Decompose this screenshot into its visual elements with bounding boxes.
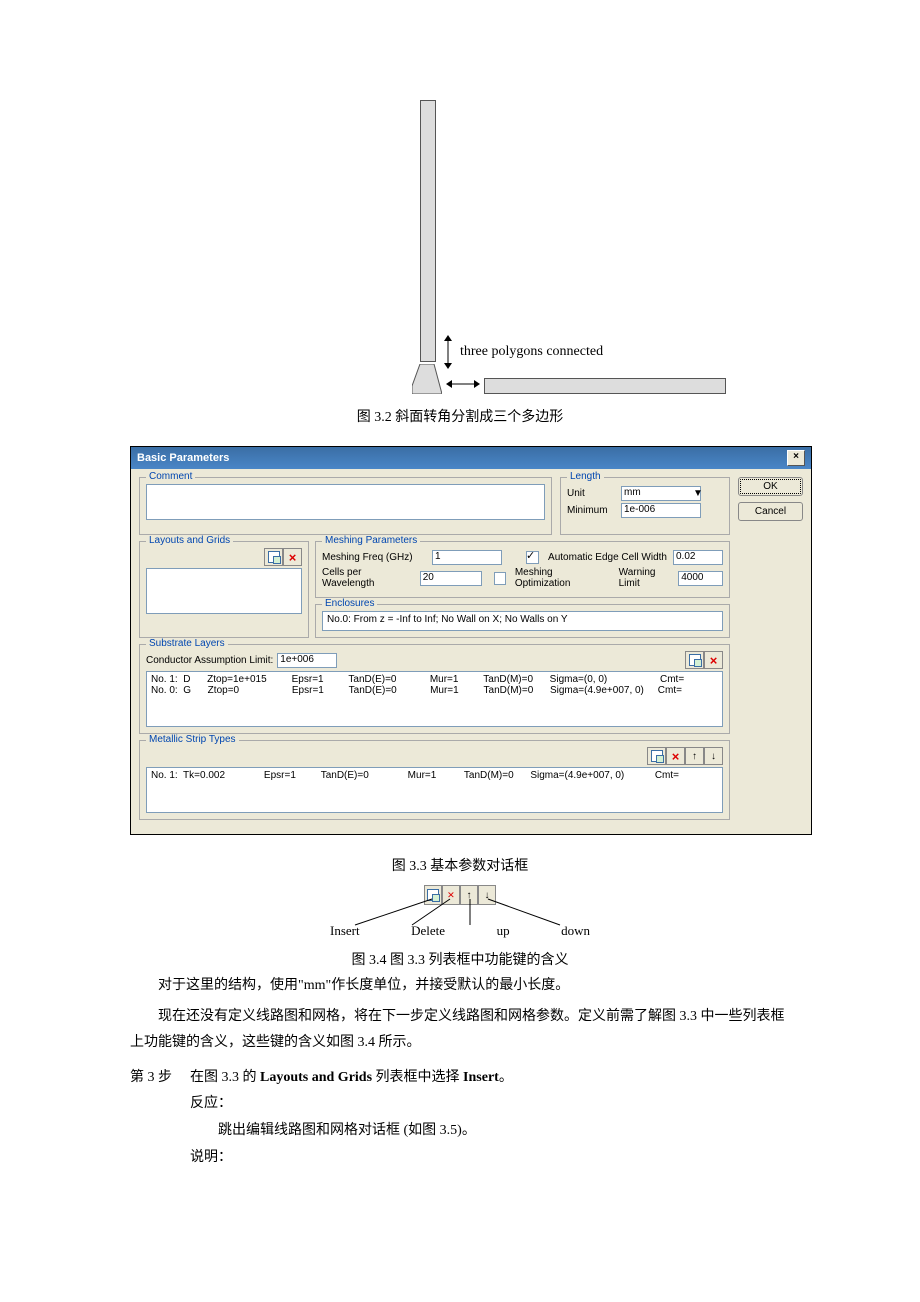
comment-fieldset: Comment <box>139 477 552 535</box>
step-3-instruction: 在图 3.3 的 Layouts and Grids 列表框中选择 Insert… <box>190 1065 790 1092</box>
step-3-label: 第 3 步 <box>130 1065 172 1171</box>
close-icon[interactable]: × <box>787 450 805 466</box>
conductor-limit-input[interactable]: 1e+006 <box>277 653 337 668</box>
polygon-triangle <box>412 364 442 394</box>
table-row: No. 0: G Ztop=0 Epsr=1 TanD(E)=0 Mur=1 T… <box>151 685 718 696</box>
arrow-vertical-icon <box>442 335 454 369</box>
step-3: 第 3 步 在图 3.3 的 Layouts and Grids 列表框中选择 … <box>130 1065 790 1171</box>
layouts-grids-list[interactable] <box>146 568 302 614</box>
down-icon[interactable]: ↓ <box>704 747 723 765</box>
arrow-horizontal-icon <box>446 378 480 390</box>
comment-input[interactable] <box>146 484 545 520</box>
basic-parameters-dialog: Basic Parameters × Comment Length Unitmm… <box>130 446 812 835</box>
step-3-reaction-label: 反应： <box>190 1091 790 1118</box>
enclosures-list[interactable]: No.0: From z = -Inf to Inf; No Wall on X… <box>322 611 723 631</box>
insert-icon[interactable] <box>264 548 283 566</box>
figure-3-4-caption: 图 3.4 图 3.3 列表框中功能键的含义 <box>130 949 790 969</box>
up-icon[interactable]: ↑ <box>685 747 704 765</box>
delete-icon: × <box>442 885 460 905</box>
insert-icon[interactable] <box>685 651 704 669</box>
figure-3-4: × ↑ ↓ Insert Delete up down <box>330 885 590 939</box>
figure-3-2: three polygons connected 图 3.2 斜面转角分割成三个… <box>130 100 790 426</box>
unit-select[interactable]: mm <box>621 486 701 501</box>
length-fieldset: Length Unitmm▼ Minimum1e-006 <box>560 477 730 535</box>
auto-edge-checkbox[interactable] <box>526 551 539 564</box>
insert-label: Insert <box>330 923 360 939</box>
up-label: up <box>497 923 510 939</box>
delete-label: Delete <box>411 923 445 939</box>
enclosures-fieldset: Enclosures No.0: From z = -Inf to Inf; N… <box>315 604 730 638</box>
down-label: down <box>561 923 590 939</box>
substrate-list[interactable]: No. 1: D Ztop=1e+015 Epsr=1 TanD(E)=0 Mu… <box>146 671 723 727</box>
metallic-fieldset: Metallic Strip Types × ↑ ↓ No. 1: Tk=0.0… <box>139 740 730 820</box>
delete-icon[interactable]: × <box>704 651 723 669</box>
ok-button[interactable]: OK <box>738 477 803 496</box>
meshing-opt-checkbox[interactable] <box>494 572 506 585</box>
delete-icon[interactable]: × <box>283 548 302 566</box>
paragraph-2: 现在还没有定义线路图和网格，将在下一步定义线路图和网格参数。定义前需了解图 3.… <box>130 1004 790 1057</box>
up-icon: ↑ <box>460 885 478 905</box>
dialog-titlebar: Basic Parameters × <box>131 447 811 469</box>
cells-per-wavelength-input[interactable]: 20 <box>420 571 482 586</box>
delete-icon[interactable]: × <box>666 747 685 765</box>
cancel-button[interactable]: Cancel <box>738 502 803 521</box>
meshing-freq-input[interactable]: 1 <box>432 550 502 565</box>
table-row: No. 1: Tk=0.002 Epsr=1 TanD(E)=0 Mur=1 T… <box>151 770 718 781</box>
step-3-explain-label: 说明： <box>190 1145 790 1172</box>
insert-icon <box>424 885 442 905</box>
polygons-connected-label: three polygons connected <box>460 344 603 360</box>
warning-limit-input[interactable]: 4000 <box>678 571 723 586</box>
polygon-vertical <box>420 100 436 362</box>
substrate-fieldset: Substrate Layers Conductor Assumption Li… <box>139 644 730 734</box>
figure-3-3-caption: 图 3.3 基本参数对话框 <box>130 855 790 875</box>
layouts-grids-fieldset: Layouts and Grids × <box>139 541 309 638</box>
auto-edge-input[interactable]: 0.02 <box>673 550 723 565</box>
meshing-fieldset: Meshing Parameters Meshing Freq (GHz) 1 … <box>315 541 730 598</box>
table-row: No. 1: D Ztop=1e+015 Epsr=1 TanD(E)=0 Mu… <box>151 674 718 685</box>
figure-3-2-caption: 图 3.2 斜面转角分割成三个多边形 <box>357 406 564 426</box>
metallic-list[interactable]: No. 1: Tk=0.002 Epsr=1 TanD(E)=0 Mur=1 T… <box>146 767 723 813</box>
step-3-reaction-body: 跳出编辑线路图和网格对话框 (如图 3.5)。 <box>190 1118 790 1145</box>
down-icon: ↓ <box>478 885 496 905</box>
polygon-horizontal <box>484 378 726 394</box>
dialog-title: Basic Parameters <box>137 452 229 464</box>
insert-icon[interactable] <box>647 747 666 765</box>
minimum-input[interactable]: 1e-006 <box>621 503 701 518</box>
paragraph-1: 对于这里的结构，使用"mm"作长度单位，并接受默认的最小长度。 <box>130 973 790 1000</box>
